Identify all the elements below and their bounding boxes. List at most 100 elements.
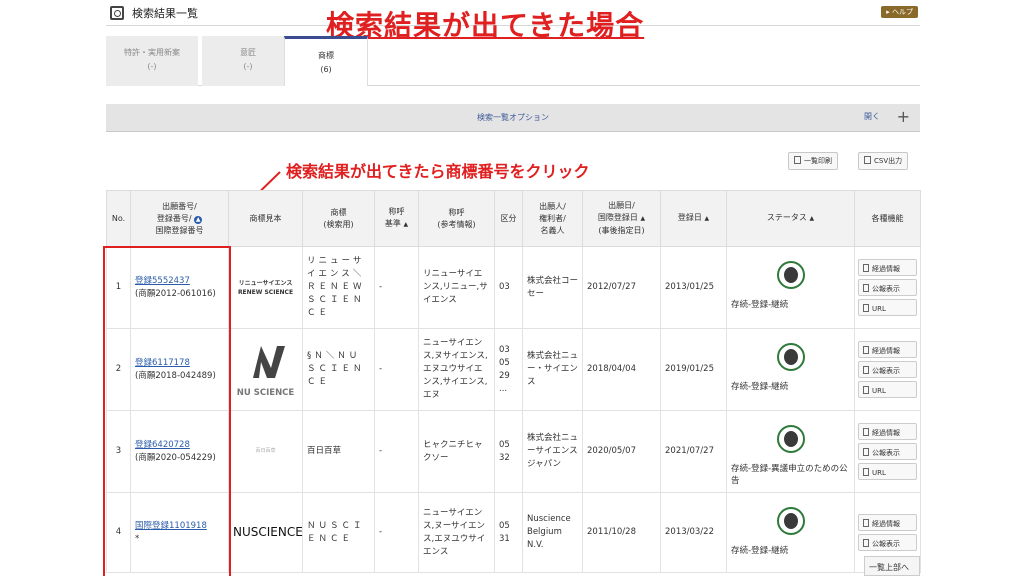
progress-info-label: 経過情報 [872, 429, 900, 437]
help-button[interactable]: ▸ ヘルプ [881, 6, 918, 18]
link-icon [863, 386, 869, 394]
tab-design[interactable]: 意匠 (-) [202, 36, 294, 86]
export-icon [864, 156, 871, 164]
applicant-value: 株式会社ニュー・サイエンス [522, 328, 583, 411]
progress-info-button[interactable]: 経過情報 [858, 514, 917, 531]
tab-trademark-label: 商標 [318, 51, 334, 60]
status-text: 存続-登録-継続 [731, 300, 789, 310]
csv-export-label: CSV出力 [874, 157, 903, 165]
logo-text: NU SCIENCE [236, 387, 295, 398]
progress-info-button[interactable]: 経過情報 [858, 341, 917, 358]
logo-line2: RENEW SCIENCE [237, 288, 294, 296]
frame-value: - [374, 328, 419, 411]
frame-value: - [374, 246, 419, 329]
status-text: 存続-登録-継続 [731, 546, 789, 556]
function-buttons: 経過情報 公報表示 URL [854, 410, 921, 493]
gazette-label: 公報表示 [872, 449, 900, 457]
sort-arrow-icon[interactable]: ▲ [403, 221, 408, 228]
col-sample: 商標見本 [228, 190, 303, 247]
document-icon [863, 428, 869, 436]
col-mark-line2: (検索用) [323, 219, 354, 229]
class-value: 03 [494, 246, 523, 329]
tab-trademark-count: (6) [320, 65, 332, 74]
print-list-label: 一覧印刷 [804, 157, 832, 165]
trademark-sample: NUSCIENCE [228, 492, 303, 573]
tab-trademark[interactable]: 商標 (6) [284, 36, 368, 86]
status-medal-icon [776, 261, 805, 289]
highlight-box [103, 246, 231, 576]
sort-arrow-icon[interactable]: ▲ [809, 215, 814, 222]
sort-up-icon[interactable]: ▲ [194, 215, 203, 224]
class-value: 05 31 [494, 492, 523, 573]
col-status[interactable]: ステータス ▲ [726, 190, 855, 247]
scroll-to-top-button[interactable]: 一覧上部へ [864, 556, 920, 576]
options-open-link[interactable]: 開く [864, 111, 880, 122]
applicant-value: 株式会社コーセー [522, 246, 583, 329]
status-cell: 存続-登録-異議申立のための公告 [726, 410, 855, 493]
appdate-value: 2018/04/04 [582, 328, 661, 411]
document-icon [863, 264, 869, 272]
col-reading-line2: (参考情報) [437, 219, 476, 229]
tab-design-label: 意匠 [240, 48, 256, 57]
col-applicant-line2: 権利者/ [539, 213, 566, 223]
search-options-label: 検索一覧オプション [477, 113, 549, 122]
logo-line1: リニューサイエンス [238, 279, 293, 287]
col-applicant-line1: 出願人/ [539, 201, 566, 211]
regdate-value: 2013/01/25 [660, 246, 727, 329]
col-frame-line2: 基準 [384, 219, 401, 228]
trademark-text: ＮＵＳＣＩＥＮＣＥ [302, 492, 375, 573]
col-regdate[interactable]: 登録日 ▲ [660, 190, 727, 247]
gazette-button[interactable]: 公報表示 [858, 279, 917, 296]
applicant-value: 株式会社ニューサイエンスジャパン [522, 410, 583, 493]
reading-value: ヒャクニチヒャクソー [418, 410, 495, 493]
url-button[interactable]: URL [858, 299, 917, 316]
frame-value: - [374, 410, 419, 493]
url-button[interactable]: URL [858, 463, 917, 480]
col-frame-line1: 称呼 [388, 207, 405, 216]
tab-patent[interactable]: 特許・実用新案 (-) [106, 36, 198, 86]
col-number-line1: 出願番号/ [162, 201, 197, 211]
url-button[interactable]: URL [858, 381, 917, 398]
gazette-label: 公報表示 [872, 367, 900, 375]
appdate-value: 2020/05/07 [582, 410, 661, 493]
trademark-sample: リニューサイエンス RENEW SCIENCE [228, 246, 303, 329]
col-appdate[interactable]: 出願日/国際登録日 ▲ (事後指定日) [582, 190, 661, 247]
col-appdate-line2: 国際登録日 [597, 213, 638, 222]
col-frame[interactable]: 称呼基準 ▲ [374, 190, 419, 247]
document-icon [863, 448, 869, 456]
link-icon [863, 304, 869, 312]
col-applicant-line3: 名義人 [540, 225, 565, 235]
nu-science-logo-icon [253, 345, 285, 378]
tab-patent-label: 特許・実用新案 [124, 48, 180, 57]
tab-design-count: (-) [243, 62, 253, 71]
col-appdate-line1: 出願日/ [608, 201, 635, 210]
url-label: URL [872, 305, 886, 313]
col-no: No. [106, 190, 131, 247]
search-options-bar[interactable]: 検索一覧オプション 開く + [106, 104, 920, 132]
status-cell: 存続-登録-継続 [726, 328, 855, 411]
progress-info-button[interactable]: 経過情報 [858, 423, 917, 440]
col-number[interactable]: 出願番号/登録番号/ ▲ 国際登録番号 [130, 190, 229, 247]
document-icon [863, 519, 869, 527]
tab-patent-count: (-) [147, 62, 157, 71]
regdate-value: 2021/07/27 [660, 410, 727, 493]
sort-arrow-icon[interactable]: ▲ [704, 215, 709, 222]
col-mark-line1: 商標 [330, 207, 347, 217]
progress-info-button[interactable]: 経過情報 [858, 259, 917, 276]
gazette-button[interactable]: 公報表示 [858, 361, 917, 378]
plus-icon[interactable]: + [897, 107, 910, 126]
gazette-label: 公報表示 [872, 285, 900, 293]
status-text: 存続-登録-継続 [731, 382, 789, 392]
col-class: 区分 [494, 190, 523, 247]
gazette-button[interactable]: 公報表示 [858, 443, 917, 460]
col-funcs: 各種機能 [854, 190, 921, 247]
csv-export-button[interactable]: CSV出力 [858, 152, 909, 170]
gazette-button[interactable]: 公報表示 [858, 534, 917, 551]
url-label: URL [872, 387, 886, 395]
trademark-sample: 百日百草 [228, 410, 303, 493]
sort-arrow-icon[interactable]: ▲ [640, 215, 645, 222]
annotation-click-instruction: 検索結果が出てきたら商標番号をクリック [286, 162, 590, 181]
print-list-button[interactable]: 一覧印刷 [788, 152, 838, 170]
status-cell: 存続-登録-継続 [726, 492, 855, 573]
applicant-value: Nuscience Belgium N.V. [522, 492, 583, 573]
